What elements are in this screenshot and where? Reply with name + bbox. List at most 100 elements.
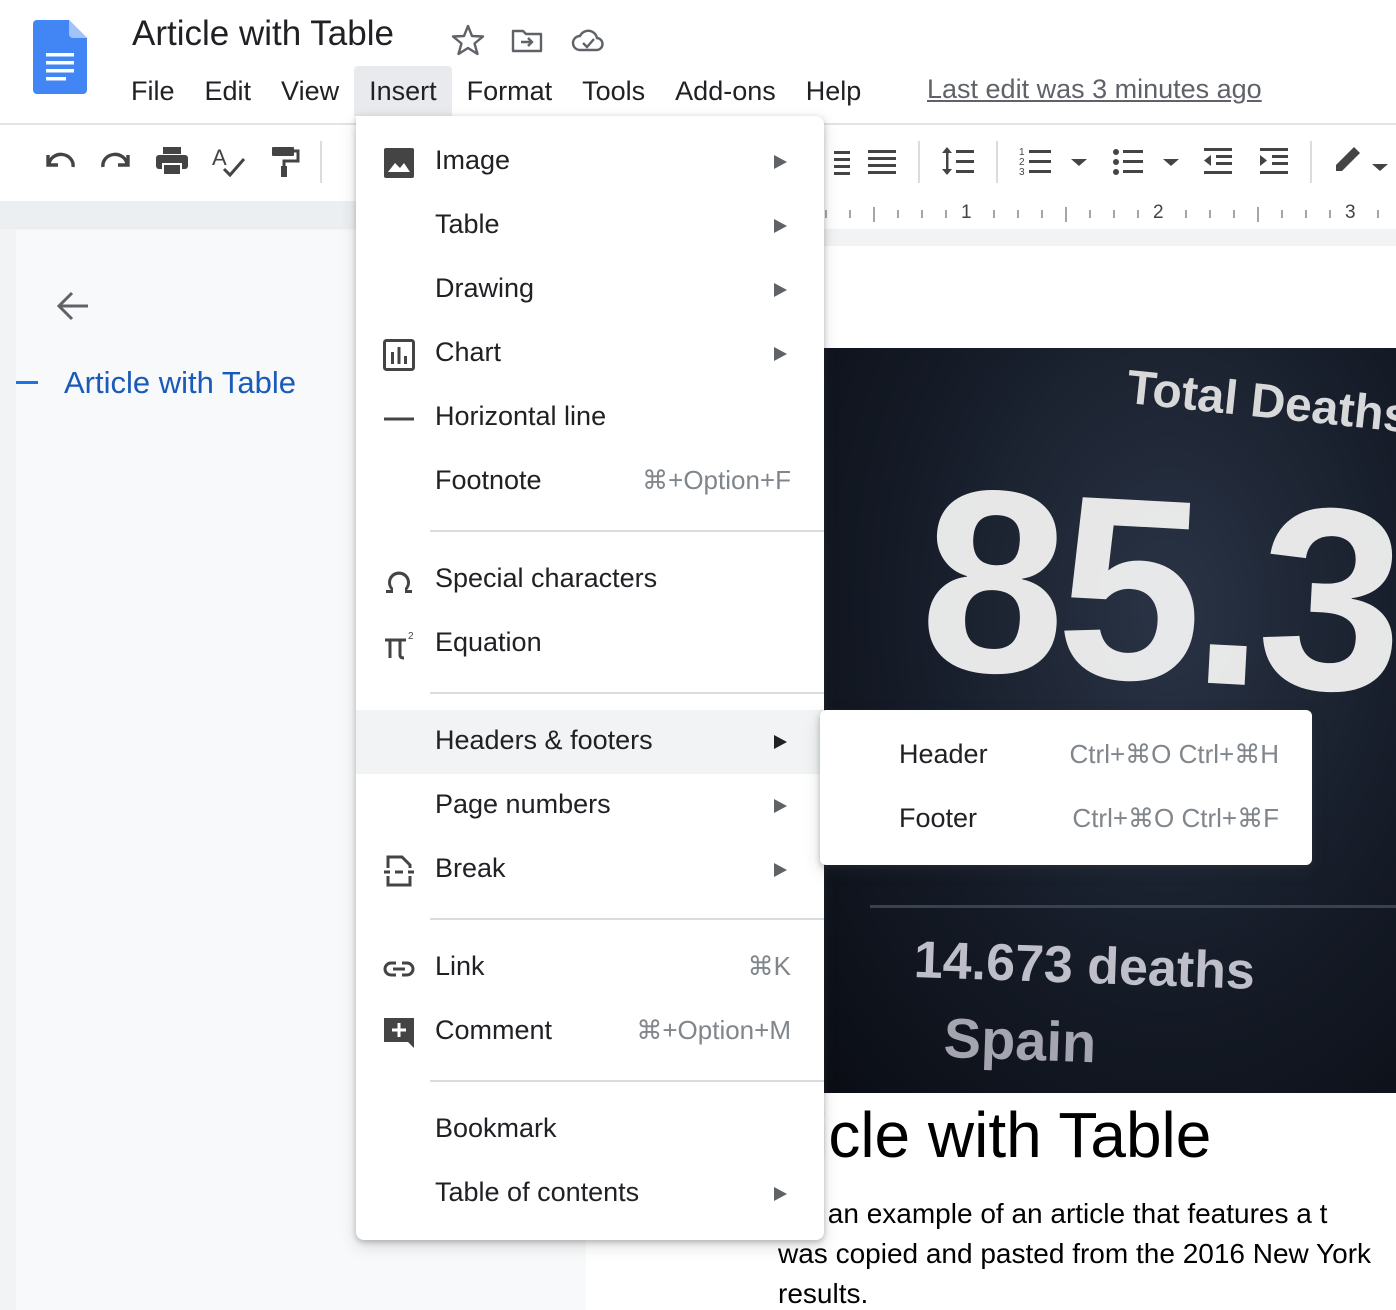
document-paragraph-line[interactable]: s is an example of an article that featu… — [778, 1198, 1327, 1230]
move-to-folder-icon[interactable] — [509, 22, 545, 58]
star-icon[interactable] — [450, 22, 486, 58]
submenu-arrow-icon — [774, 155, 787, 169]
document-paragraph-line[interactable]: was copied and pasted from the 2016 New … — [778, 1238, 1371, 1270]
horizontal-line-icon — [384, 417, 414, 421]
menu-separator — [430, 530, 824, 532]
menu-item-headers-footers[interactable]: Headers & footers — [356, 710, 824, 774]
menu-bar: File Edit View Insert Format Tools Add-o… — [116, 66, 876, 116]
svg-text:A: A — [212, 145, 227, 170]
menu-item-special-characters[interactable]: Special characters — [356, 548, 824, 612]
spell-check-icon[interactable]: A — [208, 141, 248, 181]
svg-text:2: 2 — [408, 631, 414, 642]
image-country: Spain — [942, 1005, 1098, 1075]
outline-heading-item[interactable]: Article with Table — [64, 365, 296, 401]
line-spacing-icon[interactable] — [938, 141, 978, 181]
decrease-indent-icon[interactable] — [1198, 141, 1238, 181]
submenu-arrow-icon — [774, 1187, 787, 1201]
toolbar-divider — [996, 141, 998, 183]
menu-file[interactable]: File — [116, 66, 190, 116]
paint-format-icon[interactable] — [264, 141, 304, 181]
bulleted-list-icon[interactable] — [1108, 141, 1148, 181]
submenu-arrow-icon — [774, 283, 787, 297]
horizontal-ruler[interactable] — [824, 201, 1396, 229]
menu-item-label: Equation — [435, 627, 542, 657]
toolbar-divider — [1310, 141, 1312, 183]
menu-item-label: Break — [435, 853, 506, 883]
menu-item-comment[interactable]: Comment ⌘+Option+M — [356, 1000, 824, 1064]
increase-indent-icon[interactable] — [1254, 141, 1294, 181]
menu-add-ons[interactable]: Add-ons — [660, 66, 791, 116]
cloud-saved-icon[interactable] — [570, 22, 606, 58]
submenu-item-shortcut: Ctrl+⌘O Ctrl+⌘H — [1069, 739, 1279, 769]
menu-item-label: Headers & footers — [435, 725, 653, 755]
menu-item-label: Special characters — [435, 563, 658, 593]
menu-insert[interactable]: Insert — [354, 66, 452, 116]
chart-icon — [383, 339, 415, 371]
document-heading[interactable]: rticle with Table — [775, 1098, 1211, 1172]
menu-item-label: Footnote — [435, 465, 542, 495]
menu-item-horizontal-line[interactable]: Horizontal line — [356, 386, 824, 450]
menu-help[interactable]: Help — [791, 66, 877, 116]
submenu-arrow-icon — [774, 735, 787, 749]
image-icon — [384, 148, 414, 178]
menu-item-label: Table — [435, 209, 500, 239]
menu-tools[interactable]: Tools — [567, 66, 660, 116]
outline-active-marker — [16, 381, 38, 384]
menu-item-label: Drawing — [435, 273, 535, 303]
menu-format[interactable]: Format — [452, 66, 568, 116]
headers-footers-submenu: Header Ctrl+⌘O Ctrl+⌘H Footer Ctrl+⌘O Ct… — [820, 710, 1312, 865]
editing-mode-pencil-icon[interactable] — [1330, 141, 1370, 181]
submenu-item-header[interactable]: Header Ctrl+⌘O Ctrl+⌘H — [820, 724, 1312, 788]
menu-view[interactable]: View — [266, 66, 354, 116]
menu-item-image[interactable]: Image — [356, 130, 824, 194]
numbered-list-dropdown-icon[interactable] — [1064, 141, 1094, 181]
submenu-arrow-icon — [774, 347, 787, 361]
menu-item-table[interactable]: Table — [356, 194, 824, 258]
toolbar-divider — [320, 141, 322, 183]
ruler-mark-3: 3 — [1345, 202, 1356, 223]
submenu-item-shortcut: Ctrl+⌘O Ctrl+⌘F — [1072, 803, 1279, 833]
pi-squared-icon: 2 — [385, 631, 414, 660]
insert-menu: Image Table Drawing Chart Horizontal lin… — [356, 116, 824, 1240]
menu-separator — [430, 692, 824, 694]
menu-item-chart[interactable]: Chart — [356, 322, 824, 386]
justify-icon[interactable] — [862, 141, 902, 181]
document-title[interactable]: Article with Table — [132, 14, 394, 54]
menu-edit[interactable]: Edit — [190, 66, 267, 116]
menu-item-label: Image — [435, 145, 511, 175]
submenu-item-label: Footer — [899, 803, 978, 833]
align-left-partial-icon[interactable] — [824, 141, 864, 181]
ruler-mark-2: 2 — [1153, 202, 1164, 223]
menu-item-label: Comment — [435, 1015, 553, 1045]
menu-item-bookmark[interactable]: Bookmark — [356, 1098, 824, 1162]
close-outline-arrow-icon[interactable] — [52, 285, 94, 327]
menu-item-equation[interactable]: 2 Equation — [356, 612, 824, 676]
submenu-item-footer[interactable]: Footer Ctrl+⌘O Ctrl+⌘F — [820, 788, 1312, 852]
print-icon[interactable] — [152, 141, 192, 181]
image-divider-line — [870, 905, 1396, 908]
last-edit-link[interactable]: Last edit was 3 minutes ago — [927, 74, 1262, 105]
document-paragraph-line[interactable]: results. — [778, 1278, 868, 1310]
menu-item-label: Chart — [435, 337, 502, 367]
toolbar-divider — [918, 141, 920, 183]
submenu-item-label: Header — [899, 739, 988, 769]
menu-item-label: Bookmark — [435, 1113, 557, 1143]
page-break-icon — [384, 855, 414, 887]
undo-icon[interactable] — [40, 141, 80, 181]
menu-item-shortcut: ⌘+Option+F — [642, 465, 791, 495]
menu-item-page-numbers[interactable]: Page numbers — [356, 774, 824, 838]
menu-item-label: Page numbers — [435, 789, 611, 819]
editing-mode-dropdown-icon[interactable] — [1366, 141, 1394, 181]
menu-item-link[interactable]: Link ⌘K — [356, 936, 824, 1000]
menu-item-break[interactable]: Break — [356, 838, 824, 902]
menu-item-footnote[interactable]: Footnote ⌘+Option+F — [356, 450, 824, 514]
menu-item-table-of-contents[interactable]: Table of contents — [356, 1162, 824, 1226]
menu-item-shortcut: ⌘+Option+M — [636, 1015, 791, 1045]
menu-item-drawing[interactable]: Drawing — [356, 258, 824, 322]
bulleted-list-dropdown-icon[interactable] — [1156, 141, 1186, 181]
redo-icon[interactable] — [96, 141, 136, 181]
google-docs-logo-icon[interactable] — [33, 20, 87, 94]
menu-item-label: Table of contents — [435, 1177, 640, 1207]
numbered-list-icon[interactable]: 1 2 3 — [1016, 141, 1056, 181]
menu-item-label: Horizontal line — [435, 401, 607, 431]
